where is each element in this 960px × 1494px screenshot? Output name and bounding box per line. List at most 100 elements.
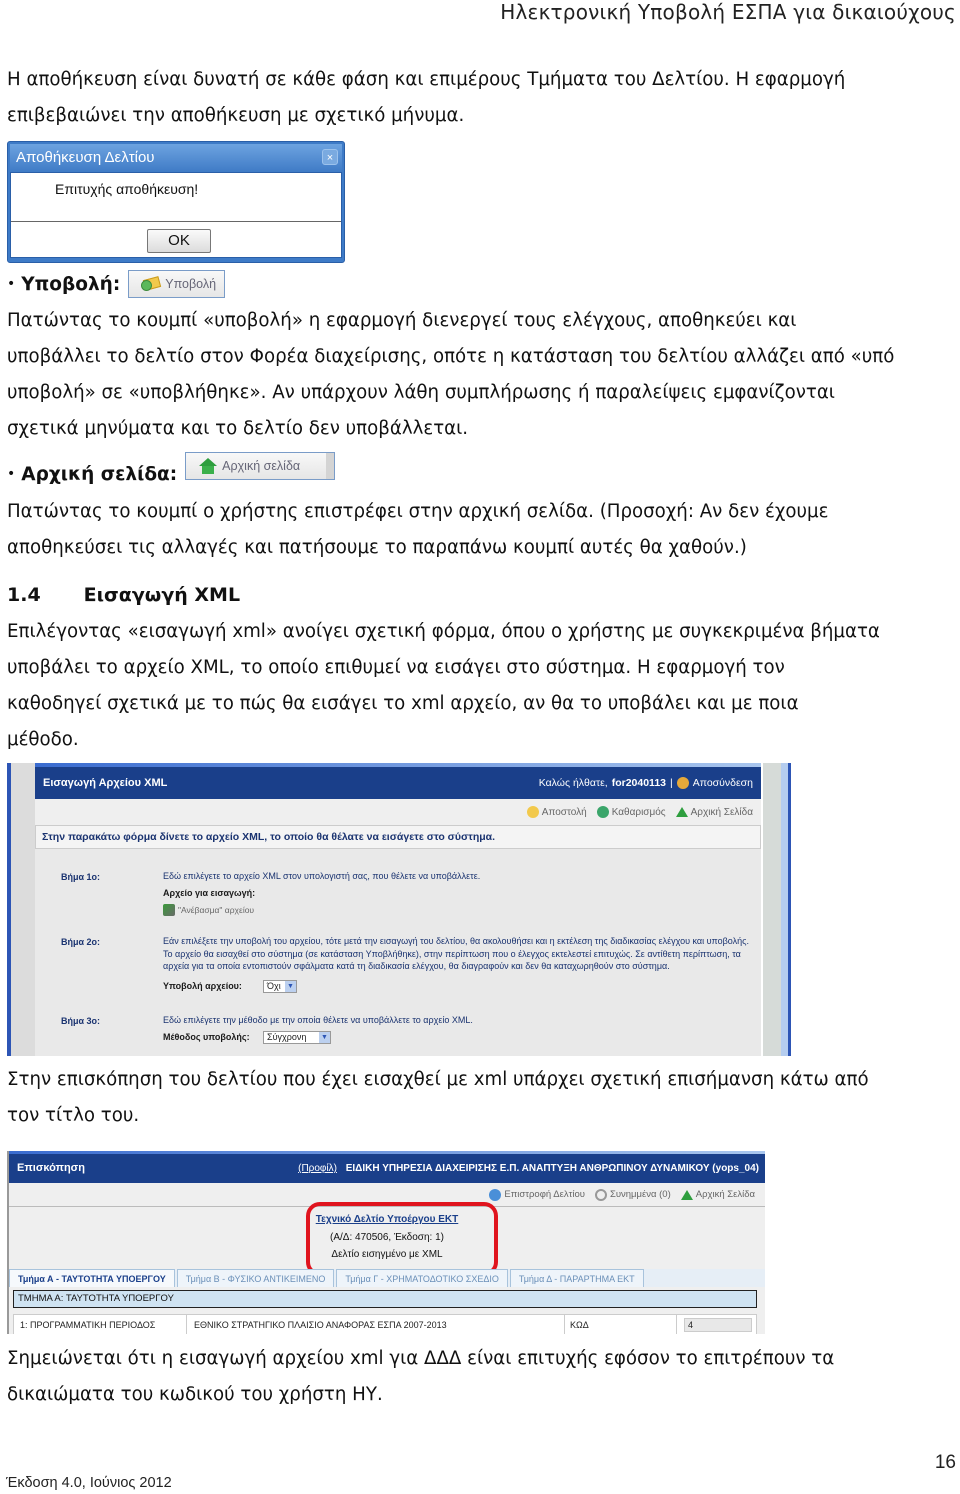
chevron-down-icon: ▼ [285, 981, 296, 992]
chevron-down-icon: ▼ [319, 1032, 330, 1043]
tab-section-c[interactable]: Τμήμα Γ - ΧΡΗΜΑΤΟΔΟΤΙΚΟ ΣΧΕΔΙΟ [336, 1269, 508, 1287]
row-label: 1: ΠΡΟΓΡΑΜΜΑΤΙΚΗ ΠΕΡΙΟΔΟΣ [20, 1320, 156, 1330]
home-page-button[interactable]: Αρχική Σελίδα [675, 806, 753, 818]
attachments-label: Συνημμένα (0) [609, 1189, 671, 1200]
tab-section-d[interactable]: Τμήμα Δ - ΠΑΡΑΡΤΗΜΑ ΕΚΤ [509, 1269, 644, 1287]
section-header: ΤΜΗΜΑ Α: ΤΑΥΤΟΤΗΤΑ ΥΠΟΕΡΓΟΥ [13, 1290, 757, 1308]
clear-icon [596, 806, 609, 818]
logout-icon [676, 777, 689, 789]
submit-file-label: Υποβολή αρχείου: [163, 981, 242, 991]
home-page-label: Αρχική Σελίδα [695, 1189, 755, 1200]
highlight-annotation [306, 1202, 498, 1276]
submit-heading: • Υποβολή: Υποβολή [7, 270, 226, 298]
home-heading: • Αρχική σελίδα: Αρχική σελίδα [7, 452, 336, 488]
section-number: 1.4 [7, 584, 41, 606]
home-line-2: αποθηκεύσει τις αλλαγές και πατήσουμε το… [7, 537, 747, 558]
profile-link[interactable]: (Προφίλ) [298, 1163, 337, 1174]
xml-line-1: Επιλέγοντας «εισαγωγή xml» ανοίγει σχετι… [7, 621, 880, 642]
xml-line-4: μέθοδο. [7, 729, 79, 750]
home-heading-text: Αρχική σελίδα: [21, 463, 178, 485]
xml-line-2: υποβάλει το αρχείο XML, το οποίο επιθυμε… [7, 657, 785, 678]
close-icon[interactable]: × [322, 149, 338, 165]
closing-line-1: Σημειώνεται ότι η εισαγωγή αρχείου xml γ… [7, 1348, 835, 1369]
username: for2040113 [611, 777, 666, 789]
section-heading: 1.4 Εισαγωγή XML [7, 584, 240, 606]
clear-button[interactable]: Καθαρισμός [596, 806, 666, 818]
code-value: 4 [684, 1318, 752, 1332]
home-page-label: Αρχική Σελίδα [690, 806, 753, 818]
submit-file-select[interactable]: Όχι ▼ [263, 980, 297, 993]
save-dialog: Αποθήκευση Δελτίου × Επιτυχής αποθήκευση… [7, 141, 345, 263]
table-row: 1: ΠΡΟΓΡΑΜΜΑΤΙΚΗ ΠΕΡΙΟΔΟΣ ΕΘΝΙΚΟ ΣΤΡΑΤΗΓ… [13, 1314, 757, 1334]
home-icon [675, 807, 688, 817]
home-button[interactable]: Αρχική σελίδα [185, 452, 336, 480]
send-label: Αποστολή [541, 806, 587, 818]
separator: | [670, 777, 673, 789]
paperclip-icon [594, 1188, 607, 1201]
document-header-title: Ηλεκτρονική Υποβολή ΕΣΠΑ για δικαιούχους [500, 0, 956, 24]
page-number: 16 [934, 1452, 956, 1473]
submit-button[interactable]: Υποβολή [128, 270, 226, 298]
xml-line-3: καθοδηγεί σχετικά με το πώς θα εισάγει τ… [7, 693, 799, 714]
overview-titlebar: Επισκόπηση (Προφίλ) ΕΙΔΙΚΗ ΥΠΗΡΕΣΙΑ ΔΙΑΧ… [9, 1151, 765, 1183]
bullet: • [7, 276, 16, 292]
xml-import-intro: Στην παρακάτω φόρμα δίνετε το αρχείο XML… [35, 825, 761, 849]
submit-method-select[interactable]: Σύγχρονη ▼ [263, 1031, 331, 1044]
row-value: ΕΘΝΙΚΟ ΣΤΡΑΤΗΓΙΚΟ ΠΛΑΙΣΙΟ ΑΝΑΦΟΡΑΣ ΕΣΠΑ … [194, 1320, 447, 1330]
submit-line-4: σχετικά μηνύματα και το δελτίο δεν υποβά… [7, 418, 469, 439]
intro-line-2: επιβεβαιώνει την αποθήκευση με σχετικό μ… [7, 105, 465, 126]
file-field-label: Αρχείο για εισαγωγή: [163, 888, 256, 898]
submit-method-label: Μέθοδος υποβολής: [163, 1032, 250, 1042]
send-icon [526, 806, 539, 818]
step-3-label: Βήμα 3ο: [61, 1016, 101, 1026]
submit-line-2: υποβάλλει το δελτίο στον Φορέα διαχείρισ… [7, 346, 895, 367]
step-3-text: Εδώ επιλέγετε την μέθοδο με την οποία θέ… [163, 1015, 473, 1025]
logout-link[interactable]: Αποσύνδεση [693, 767, 753, 799]
tab-section-a[interactable]: Τμήμα Α - ΤΑΥΤΟΤΗΤΑ ΥΠΟΕΡΓΟΥ [9, 1269, 175, 1287]
xml-import-title: Εισαγωγή Αρχείου XML [43, 777, 168, 789]
tab-section-b[interactable]: Τμήμα Β - ΦΥΣΙΚΟ ΑΝΤΙΚΕΙΜΕΝΟ [176, 1269, 335, 1287]
overview-screenshot: Επισκόπηση (Προφίλ) ΕΙΔΙΚΗ ΥΠΗΡΕΣΙΑ ΔΙΑΧ… [7, 1151, 765, 1334]
upload-file-link[interactable]: "Ανέβασμα" αρχείου [163, 904, 254, 916]
code-label: ΚΩΔ [570, 1320, 589, 1330]
home-icon [680, 1189, 693, 1200]
return-label: Επιστροφή Δελτίου [504, 1189, 585, 1200]
bullet: • [7, 466, 16, 482]
save-dialog-title: Αποθήκευση Δελτίου [16, 149, 155, 166]
section-tabs: Τμήμα Α - ΤΑΥΤΟΤΗΤΑ ΥΠΟΕΡΓΟΥ Τμήμα Β - Φ… [9, 1269, 765, 1287]
step-1-text: Εδώ επιλέγετε το αρχείο XML στον υπολογι… [163, 871, 481, 881]
save-dialog-body: Επιτυχής αποθήκευση! OK [10, 172, 342, 258]
submit-method-value: Σύγχρονη [267, 1032, 307, 1042]
upload-label: "Ανέβασμα" αρχείου [178, 905, 255, 915]
home-page-button[interactable]: Αρχική Σελίδα [680, 1189, 755, 1200]
home-icon [198, 458, 218, 474]
overview-note-line-1: Στην επισκόπηση του δελτίου που έχει εισ… [7, 1069, 869, 1090]
return-button[interactable]: Επιστροφή Δελτίου [489, 1188, 585, 1201]
closing-line-2: δικαιώματα του κωδικού του χρήστη ΗΥ. [7, 1384, 383, 1405]
step-1-label: Βήμα 1ο: [61, 872, 101, 882]
submit-line-1: Πατώντας το κουμπί «υποβολή» η εφαρμογή … [7, 310, 797, 331]
submit-file-value: Όχι [267, 981, 281, 991]
overview-note-line-2: τον τίτλο του. [7, 1105, 140, 1126]
send-button[interactable]: Αποστολή [526, 806, 587, 818]
scrollbar[interactable] [781, 763, 791, 1056]
ok-button[interactable]: OK [147, 229, 211, 253]
xml-import-titlebar: Εισαγωγή Αρχείου XML Καλώς ήλθατε, for20… [35, 763, 761, 799]
divider [11, 221, 341, 222]
home-button-label: Αρχική σελίδα [222, 459, 301, 473]
save-dialog-message: Επιτυχής αποθήκευση! [55, 181, 199, 197]
overview-title: Επισκόπηση [17, 1162, 85, 1174]
return-icon [489, 1188, 502, 1201]
step-2-label: Βήμα 2ο: [61, 937, 101, 947]
submit-heading-text: Υποβολή: [21, 273, 121, 295]
xml-import-screenshot: Εισαγωγή Αρχείου XML Καλώς ήλθατε, for20… [7, 763, 791, 1056]
save-dialog-titlebar: Αποθήκευση Δελτίου × [10, 144, 342, 172]
attachments-button[interactable]: Συνημμένα (0) [594, 1188, 671, 1201]
submit-button-label: Υποβολή [165, 277, 217, 291]
agency-name: ΕΙΔΙΚΗ ΥΠΗΡΕΣΙΑ ΔΙΑΧΕΙΡΙΣΗΣ Ε.Π. ΑΝΑΠΤΥΞ… [345, 1163, 759, 1174]
home-line-1: Πατώντας το κουμπί ο χρήστης επιστρέφει … [7, 501, 829, 522]
step-2-text: Εάν επιλέξετε την υποβολή του αρχείου, τ… [163, 936, 749, 971]
submit-icon [141, 276, 162, 292]
section-title: Εισαγωγή XML [83, 584, 241, 606]
upload-icon [163, 904, 175, 916]
